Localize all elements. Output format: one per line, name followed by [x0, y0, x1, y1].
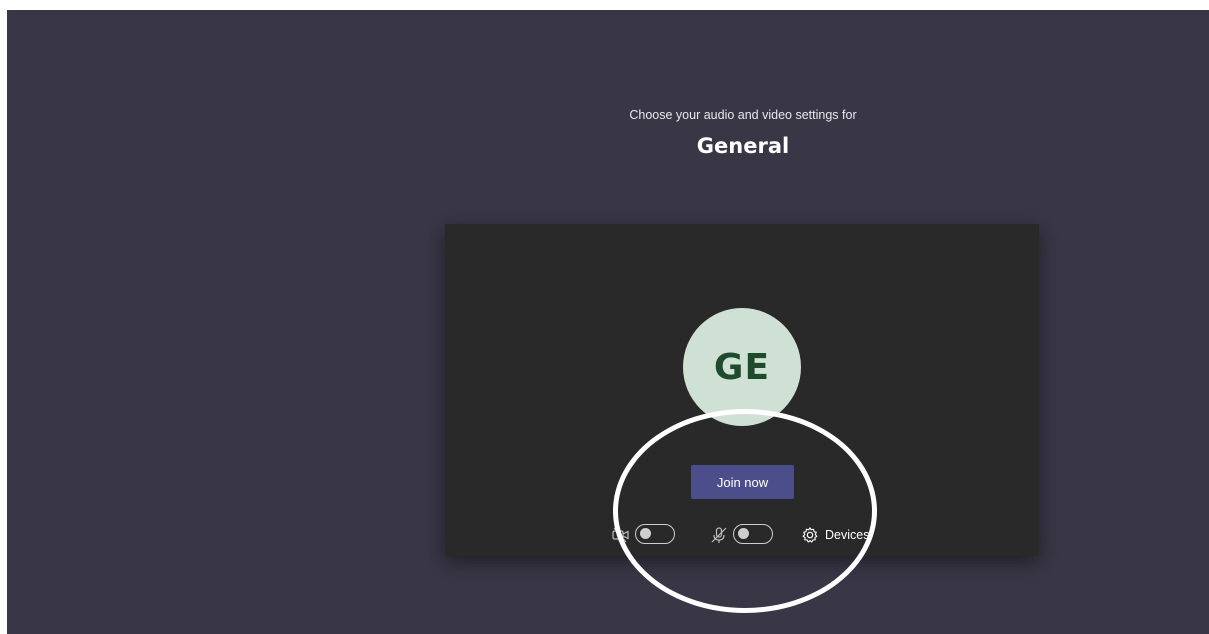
video-preview-panel: GE Join now Devices: [445, 224, 1039, 556]
camera-toggle-knob: [640, 528, 651, 539]
microphone-toggle[interactable]: [733, 524, 773, 544]
device-controls: Devices: [611, 522, 941, 548]
mic-off-icon: [711, 527, 727, 543]
devices-button[interactable]: Devices: [801, 524, 869, 546]
meeting-title: General: [696, 134, 790, 158]
camera-off-icon: [612, 527, 629, 543]
microphone-toggle-knob: [738, 528, 749, 539]
gear-icon: [802, 527, 818, 543]
camera-toggle[interactable]: [635, 524, 675, 544]
avatar-initials: GE: [713, 346, 771, 388]
devices-label: Devices: [825, 528, 870, 542]
prejoin-subtitle: Choose your audio and video settings for: [629, 108, 857, 122]
prejoin-screen: Choose your audio and video settings for…: [7, 10, 1209, 634]
join-now-button[interactable]: Join now: [691, 465, 794, 499]
avatar: GE: [683, 308, 801, 426]
